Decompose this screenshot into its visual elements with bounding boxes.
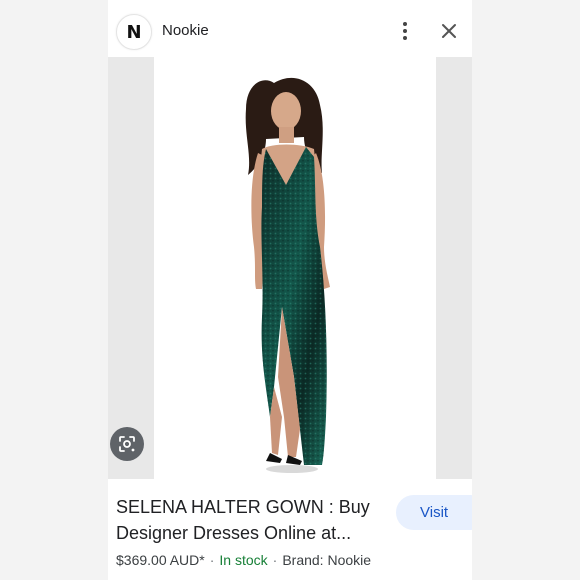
brand: Brand: Nookie xyxy=(282,552,372,568)
dress-model-image xyxy=(245,77,330,473)
visit-button[interactable]: Visit xyxy=(396,495,472,530)
separator: · xyxy=(272,552,278,568)
price: $369.00 AUD* xyxy=(116,552,205,568)
product-meta: $369.00 AUD* · In stock · Brand: Nookie xyxy=(116,552,371,568)
logo-letter: N xyxy=(126,21,142,43)
more-options-icon[interactable] xyxy=(394,18,416,44)
site-name[interactable]: Nookie xyxy=(162,22,209,39)
stock-status: In stock xyxy=(219,552,268,568)
product-title[interactable]: SELENA HALTER GOWN : Buy Designer Dresse… xyxy=(116,494,386,546)
product-image-area[interactable] xyxy=(108,57,472,479)
site-logo: N xyxy=(116,14,152,50)
panel-header: N Nookie xyxy=(108,6,472,54)
close-icon[interactable] xyxy=(438,20,460,42)
product-image xyxy=(154,57,436,479)
result-panel: N Nookie SELENA HALTER GOWN: Buy Design… xyxy=(108,0,472,580)
lens-icon[interactable] xyxy=(110,427,144,461)
separator: · xyxy=(209,552,215,568)
